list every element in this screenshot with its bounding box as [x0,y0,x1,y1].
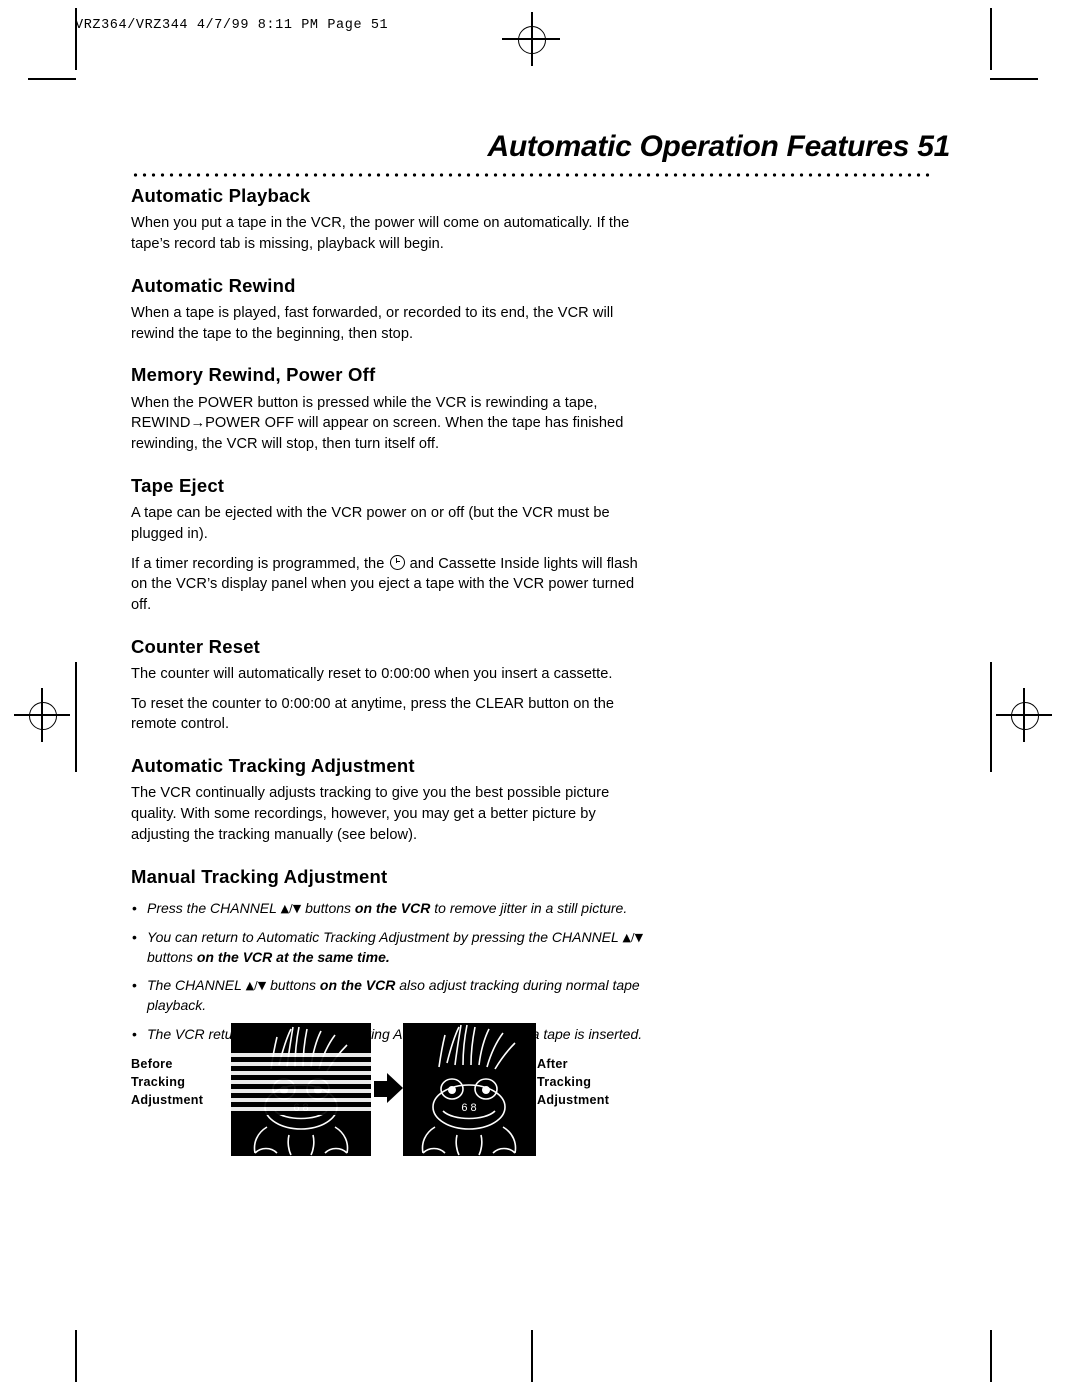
section-counter-reset: Counter Reset The counter will automatic… [131,636,651,735]
section-heading: Manual Tracking Adjustment [131,865,388,887]
note-text-b: buttons [301,899,355,916]
bullet-glyph: • [132,977,137,994]
section-paragraph: A tape can be ejected with the VCR power… [131,505,610,542]
crop-mark-left-middle [75,662,77,772]
timer-clock-icon [389,554,405,570]
figure-label-line: Before [131,1057,173,1071]
crop-mark-bottom-left-vertical [75,1330,77,1382]
section-automatic-playback: Automatic Playback When you put a tape i… [131,185,651,255]
body-content: Automatic Playback When you put a tape i… [131,185,651,1054]
note-bold: on the VCR [319,977,396,994]
section-paragraph: The counter will automatically reset to … [131,665,613,682]
section-heading: Automatic Tracking Adjustment [131,755,415,777]
section-heading: Memory Rewind, Power Off [131,364,376,386]
frog-illustration-after: 6 8 [421,1024,517,1156]
figure-label-line: After [537,1057,568,1071]
section-paragraph: The VCR continually adjusts tracking to … [131,785,610,843]
note-text-b: buttons [147,948,197,965]
list-item: • The CHANNEL ▲/▼ buttons on the VCR also… [131,976,651,1016]
screen-counter-value: 6 8 [461,1102,476,1114]
figure-label-after: After Tracking Adjustment [537,1056,609,1110]
registration-top-circle [518,26,546,54]
section-automatic-rewind: Automatic Rewind When a tape is played, … [131,275,651,345]
bullet-glyph: • [132,928,137,945]
note-text-a: You can return to Automatic Tracking Adj… [147,928,623,945]
section-paragraph: When the POWER button is pressed while t… [131,394,624,453]
note-text-a: The CHANNEL [147,977,246,994]
note-text-b: buttons [266,977,320,994]
figure-label-line: Adjustment [537,1092,610,1107]
section-paragraph-timer: If a timer recording is programmed, the … [131,554,638,613]
figure-label-line: Adjustment [131,1092,204,1107]
section-paragraph: To reset the counter to 0:00:00 at anyti… [131,695,615,733]
note-bold: on the VCR [354,899,431,916]
registration-right-circle [1011,702,1039,730]
screen-after-tracking: 6 8 [403,1023,536,1156]
title-dotted-rule [131,172,934,178]
registration-left-circle [29,702,57,730]
crop-mark-bottom-center-vertical [531,1330,533,1382]
figure-label-before: Before Tracking Adjustment [131,1056,203,1110]
list-item: • You can return to Automatic Tracking Ad… [131,928,651,968]
channel-up-down-icon: ▲/▼ [622,930,644,944]
page-title: Automatic Operation Features 51 [487,130,951,163]
note-bold: on the VCR at the same time. [196,948,390,965]
section-heading: Automatic Rewind [131,274,296,296]
section-heading: Tape Eject [131,474,225,496]
note-text-c: to remove jitter in a still picture. [430,899,628,916]
channel-up-down-icon: ▲/▼ [245,979,267,993]
print-header-stamp: VRZ364/VRZ344 4/7/99 8:11 PM Page 51 [75,18,389,33]
section-paragraph: When a tape is played, fast forwarded, o… [131,304,614,342]
list-item: • Press the CHANNEL ▲/▼ buttons on the VC… [131,899,651,919]
section-tape-eject: Tape Eject A tape can be ejected with th… [131,475,651,616]
section-automatic-tracking-adjustment: Automatic Tracking Adjustment The VCR co… [131,755,651,845]
channel-up-down-icon: ▲/▼ [280,901,302,915]
bullet-glyph: • [132,899,137,916]
tracking-comparison-figure: Before Tracking Adjustment 6 8 After Tra… [131,1020,691,1160]
figure-label-line: Tracking [537,1074,592,1089]
screen-before-tracking: 6 8 [231,1023,371,1156]
section-memory-rewind-power-off: Memory Rewind, Power Off When the POWER … [131,364,651,454]
section-heading: Automatic Playback [131,185,311,206]
section-manual-tracking-adjustment: Manual Tracking Adjustment • Press the CH… [131,866,651,1046]
figure-label-line: Tracking [131,1074,186,1089]
crop-mark-right-middle [990,662,992,772]
note-text-a: Press the CHANNEL [147,899,281,916]
crop-mark-bottom-right-vertical [990,1330,992,1382]
crop-mark-left-upper-horizontal [28,78,76,80]
crop-mark-right-upper-horizontal [990,78,1038,80]
jitter-scanlines-overlay [231,1053,371,1115]
section-paragraph: When you put a tape in the VCR, the powe… [131,215,630,252]
section-heading: Counter Reset [131,635,261,657]
crop-mark-top-right-vertical [990,8,992,70]
